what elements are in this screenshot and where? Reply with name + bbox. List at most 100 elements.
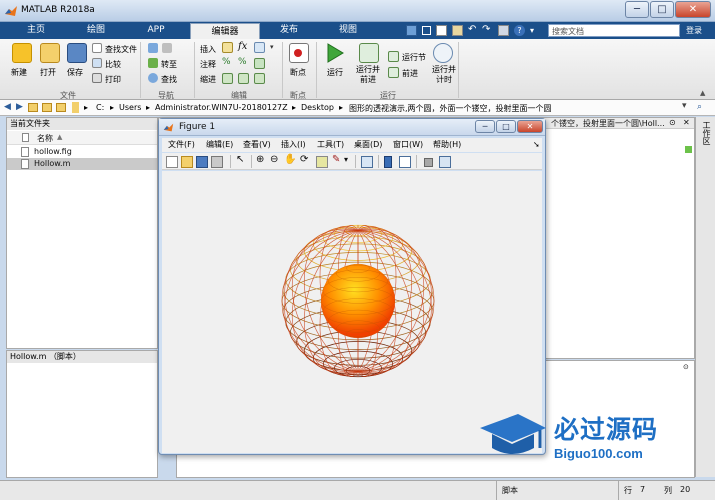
zoom-out-icon[interactable]: ⊖	[270, 154, 278, 165]
copy-icon[interactable]	[436, 25, 447, 36]
function-fx-icon[interactable]: fx	[238, 41, 247, 52]
save-icon[interactable]	[406, 25, 417, 36]
menu-desktop[interactable]: 桌面(D)	[354, 138, 382, 152]
insert-colorbar-icon[interactable]	[384, 156, 392, 168]
list-item-selected[interactable]: Hollow.m	[7, 158, 157, 170]
search-documentation-input[interactable]: 搜索文档	[548, 24, 680, 37]
breakpoints-icon[interactable]	[289, 43, 309, 63]
chevron-down-icon[interactable]: ⊙	[683, 363, 689, 371]
show-plot-tools-icon[interactable]	[439, 156, 451, 168]
edit-plot-arrow-icon[interactable]: ↖	[236, 154, 244, 165]
run-section-button[interactable]: 运行节	[402, 52, 426, 63]
new-plus-icon[interactable]	[12, 43, 32, 63]
hide-plot-tools-icon[interactable]	[424, 158, 433, 167]
brush-icon[interactable]: ✎	[332, 154, 340, 165]
rotate-3d-icon[interactable]: ⟳	[300, 154, 308, 165]
minimize-button[interactable]: ─	[625, 1, 649, 18]
login-link[interactable]: 登录	[686, 25, 702, 36]
insert-legend-icon[interactable]	[399, 156, 411, 168]
menu-insert[interactable]: 插入(I)	[281, 138, 306, 152]
chevron-down-icon[interactable]: ▾	[530, 26, 534, 35]
breadcrumb-project-folder[interactable]: 图形的透视演示,两个圆，外面一个镂空，投射里面一个圆	[349, 103, 552, 114]
open-folder-icon[interactable]	[40, 43, 60, 63]
breadcrumb-desktop[interactable]: Desktop	[301, 103, 334, 112]
breadcrumb-drive[interactable]: C:	[96, 103, 104, 112]
save-icon[interactable]	[67, 43, 87, 63]
tab-home[interactable]: 主页	[8, 22, 64, 39]
chevron-down-icon[interactable]: ⊙	[669, 118, 676, 127]
print-figure-icon[interactable]	[211, 156, 223, 168]
decrease-indent-icon[interactable]	[254, 73, 265, 84]
menu-edit[interactable]: 编辑(E)	[206, 138, 233, 152]
new-button[interactable]: 新建	[11, 67, 27, 78]
save-figure-icon[interactable]	[196, 156, 208, 168]
menu-tools[interactable]: 工具(T)	[317, 138, 344, 152]
browse-folder-icon[interactable]	[42, 103, 52, 112]
redo-icon[interactable]: ↷	[482, 24, 490, 35]
tab-apps[interactable]: APP	[128, 22, 184, 39]
comment-percent-icon[interactable]: %	[222, 57, 231, 67]
tab-publish[interactable]: 发布	[262, 22, 316, 39]
root-drive-icon[interactable]	[72, 102, 79, 113]
find-button[interactable]: 查找	[161, 74, 177, 85]
back-arrow-icon[interactable]: ◀	[4, 102, 11, 112]
run-play-icon[interactable]	[326, 43, 344, 63]
new-figure-icon[interactable]	[166, 156, 178, 168]
menu-window[interactable]: 窗口(W)	[393, 138, 423, 152]
minimize-button[interactable]: ─	[475, 120, 495, 133]
wrap-comment-icon[interactable]	[254, 58, 265, 69]
print-button[interactable]: 打印	[105, 74, 121, 85]
list-item[interactable]: hollow.fig	[7, 146, 157, 158]
search-folder-icon[interactable]: ⌕	[697, 102, 702, 112]
switch-windows-icon[interactable]	[498, 25, 509, 36]
forward-arrow-icon[interactable]: ▶	[16, 102, 23, 112]
find-files-button[interactable]: 查找文件	[105, 44, 137, 55]
go-forward-icon[interactable]	[162, 43, 172, 53]
tab-editor[interactable]: 编辑器	[190, 23, 260, 39]
pan-hand-icon[interactable]: ✋	[284, 154, 296, 165]
link-plot-icon[interactable]	[361, 156, 373, 168]
go-back-icon[interactable]	[148, 43, 158, 53]
breadcrumb-user-folder[interactable]: Administrator.WIN7U-20180127Z	[155, 103, 288, 112]
collapse-ribbon-icon[interactable]: ▲	[700, 89, 705, 97]
maximize-button[interactable]: □	[650, 1, 674, 18]
menu-view[interactable]: 查看(V)	[243, 138, 271, 152]
goto-button[interactable]: 转至	[161, 59, 177, 70]
close-button[interactable]: ✕	[517, 120, 543, 133]
breakpoints-button[interactable]: 断点	[290, 67, 306, 78]
name-column-header[interactable]: 名称	[37, 133, 53, 144]
compare-button[interactable]: 比较	[105, 59, 121, 70]
chevron-down-icon[interactable]: ▾	[270, 43, 274, 51]
insert-button[interactable]: 插入	[200, 44, 216, 55]
insert-menu-icon[interactable]	[254, 42, 265, 53]
insert-section-icon[interactable]	[222, 42, 233, 53]
data-cursor-icon[interactable]	[316, 156, 328, 168]
help-icon[interactable]: ?	[514, 25, 525, 36]
open-button[interactable]: 打开	[40, 67, 56, 78]
menu-help[interactable]: 帮助(H)	[433, 138, 461, 152]
cut-icon[interactable]	[422, 26, 431, 35]
chevron-down-icon[interactable]: ▾	[682, 101, 687, 111]
smart-indent-icon[interactable]	[222, 73, 233, 84]
run-button[interactable]: 运行	[327, 67, 343, 78]
up-folder-icon[interactable]	[28, 103, 38, 112]
open-file-icon[interactable]	[181, 156, 193, 168]
close-icon[interactable]: ✕	[683, 118, 690, 127]
breadcrumb-users[interactable]: Users	[119, 103, 141, 112]
tab-view[interactable]: 视图	[320, 22, 376, 39]
uncomment-icon[interactable]: %	[238, 57, 247, 67]
save-button[interactable]: 保存	[67, 67, 83, 78]
close-button[interactable]: ✕	[675, 1, 711, 18]
run-and-advance-button[interactable]: 运行并 前进	[356, 65, 380, 85]
run-and-time-clock-icon[interactable]	[433, 43, 453, 63]
run-and-time-button[interactable]: 运行并 计时	[432, 65, 456, 85]
tab-plots[interactable]: 绘图	[68, 22, 124, 39]
chevron-down-icon[interactable]: ▾	[344, 155, 348, 164]
indent-button[interactable]: 缩进	[200, 74, 216, 85]
advance-button[interactable]: 前进	[402, 68, 418, 79]
undo-icon[interactable]: ↶	[468, 24, 476, 35]
paste-icon[interactable]	[452, 25, 463, 36]
folder-icon[interactable]	[56, 103, 66, 112]
dock-arrow-icon[interactable]: ➘	[533, 138, 540, 152]
maximize-button[interactable]: □	[496, 120, 516, 133]
